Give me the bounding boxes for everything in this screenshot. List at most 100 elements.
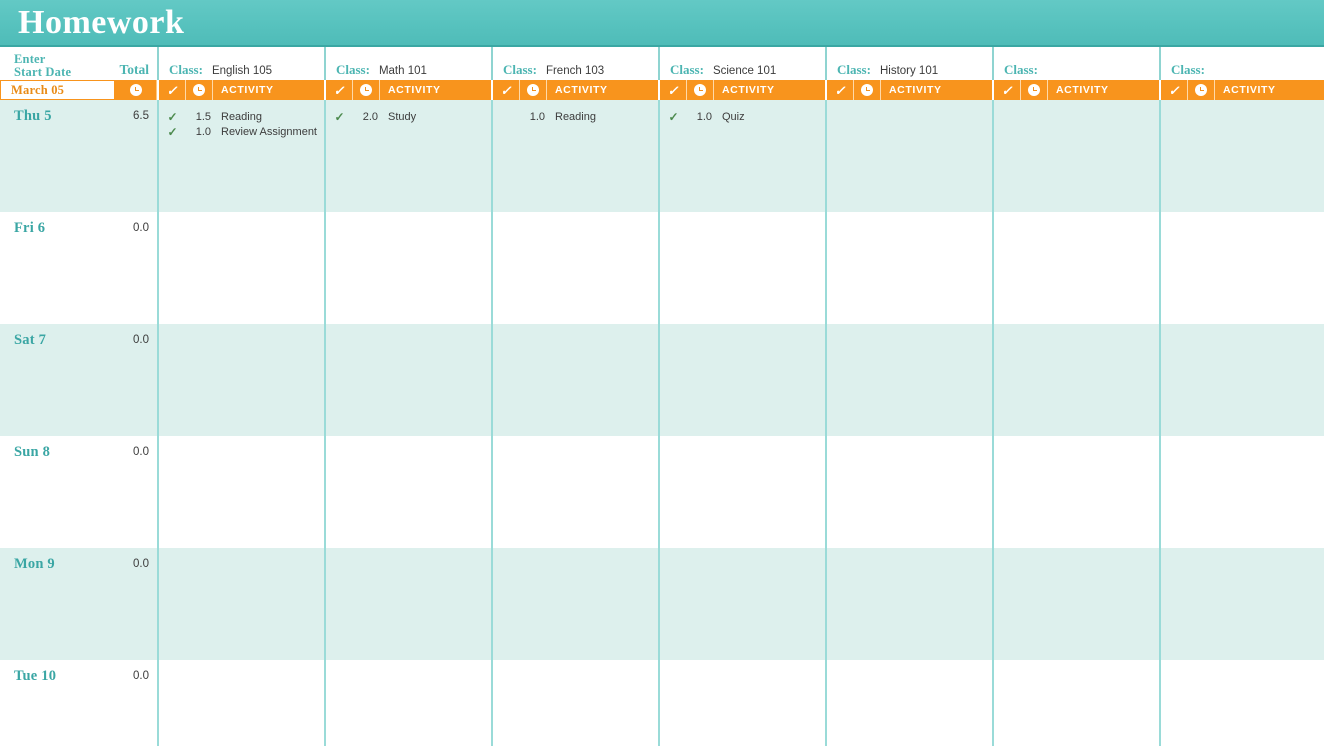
activity-cell[interactable]: ✓ 2.0 Study (324, 100, 491, 212)
activity-cell[interactable] (992, 212, 1159, 324)
activity-cell[interactable] (324, 660, 491, 746)
activity-cell[interactable] (1159, 212, 1324, 324)
activity-cell[interactable] (324, 324, 491, 436)
activity-header: ACTIVITY (722, 84, 775, 96)
activity-entry[interactable]: ✓ 2.0 Study (326, 109, 485, 124)
activity-hours: 1.5 (195, 110, 211, 123)
class-controls-4: ✓ ACTIVITY (825, 80, 992, 100)
activity-cell[interactable] (825, 548, 992, 660)
activity-header: ACTIVITY (1056, 84, 1109, 96)
activity-cell[interactable] (1159, 100, 1324, 212)
activity-name: Study (388, 110, 417, 123)
activity-cell[interactable] (825, 100, 992, 212)
day-total: 6.5 (133, 110, 149, 122)
check-icon[interactable]: ✓ (660, 80, 687, 100)
activity-check-icon[interactable]: ✓ (159, 126, 186, 138)
total-clock-icon (115, 80, 157, 100)
activity-entry[interactable]: ✓ 1.0 Review Assignment (159, 124, 318, 139)
activity-cell[interactable] (825, 212, 992, 324)
activity-name: Reading (221, 110, 262, 123)
activity-check-icon[interactable]: ✓ (326, 111, 353, 123)
check-icon[interactable]: ✓ (159, 80, 186, 100)
activity-cell[interactable] (157, 436, 324, 548)
clock-icon[interactable] (854, 80, 881, 100)
activity-entry[interactable]: 1.0 Reading (493, 109, 652, 124)
start-date-value: March 05 (11, 82, 65, 97)
class-header-0: Class: English 105 (157, 47, 324, 80)
orange-control-row: March 05 ✓ ACTIVITY ✓ ACTIVITY ✓ ACTIVITY ✓ ACT… (0, 80, 1324, 100)
check-icon[interactable]: ✓ (994, 80, 1021, 100)
class-label-row: Enter Start Date Total Class: English 105… (0, 47, 1324, 80)
activity-cell[interactable] (491, 212, 658, 324)
activity-cell[interactable] (157, 548, 324, 660)
class-header-6: Class: (1159, 47, 1324, 80)
activity-header: ACTIVITY (555, 84, 608, 96)
day-row: Fri 6 0.0 (0, 212, 1324, 324)
activity-cell[interactable] (992, 548, 1159, 660)
check-icon[interactable]: ✓ (326, 80, 353, 100)
activity-cell[interactable] (658, 548, 825, 660)
activity-cell[interactable] (825, 436, 992, 548)
clock-icon[interactable] (186, 80, 213, 100)
activity-cell[interactable] (992, 436, 1159, 548)
class-label: Class: (169, 62, 203, 77)
activity-check-icon[interactable]: ✓ (159, 111, 186, 123)
day-summary: Fri 6 0.0 (0, 212, 157, 324)
class-header-4: Class: History 101 (825, 47, 992, 80)
class-name-input[interactable]: French 103 (546, 65, 604, 78)
activity-check-icon[interactable]: ✓ (660, 111, 687, 123)
clock-icon[interactable] (353, 80, 380, 100)
activity-cell[interactable] (1159, 436, 1324, 548)
activity-cell[interactable] (1159, 324, 1324, 436)
day-summary: Tue 10 0.0 (0, 660, 157, 746)
class-name-input[interactable]: English 105 (212, 65, 272, 78)
day-label: Sat 7 (14, 332, 47, 348)
check-icon[interactable]: ✓ (493, 80, 520, 100)
activity-cell[interactable] (992, 660, 1159, 746)
activity-cell[interactable] (324, 212, 491, 324)
activity-cell[interactable] (157, 324, 324, 436)
day-total: 0.0 (133, 446, 149, 458)
activity-cell[interactable] (324, 548, 491, 660)
homework-grid: Enter Start Date Total Class: English 105… (0, 47, 1324, 746)
activity-cell[interactable] (992, 324, 1159, 436)
activity-cell[interactable] (658, 324, 825, 436)
activity-cell[interactable] (825, 660, 992, 746)
activity-cell[interactable] (491, 548, 658, 660)
activity-header: ACTIVITY (388, 84, 441, 96)
clock-icon[interactable] (687, 80, 714, 100)
class-name-input[interactable]: History 101 (880, 65, 938, 78)
activity-entry[interactable]: ✓ 1.5 Reading (159, 109, 318, 124)
clock-icon[interactable] (520, 80, 547, 100)
class-header-1: Class: Math 101 (324, 47, 491, 80)
activity-cell[interactable] (1159, 660, 1324, 746)
activity-cell[interactable] (658, 212, 825, 324)
activity-cell[interactable] (157, 660, 324, 746)
day-total: 0.0 (133, 558, 149, 570)
day-summary: Sat 7 0.0 (0, 324, 157, 436)
activity-header: ACTIVITY (221, 84, 274, 96)
class-name-input[interactable]: Math 101 (379, 65, 427, 78)
check-icon[interactable]: ✓ (1161, 80, 1188, 100)
activity-cell[interactable] (992, 100, 1159, 212)
class-name-input[interactable]: Science 101 (713, 65, 776, 78)
activity-cell[interactable] (1159, 548, 1324, 660)
activity-cell[interactable] (658, 436, 825, 548)
activity-entry[interactable]: ✓ 1.0 Quiz (660, 109, 819, 124)
check-icon[interactable]: ✓ (827, 80, 854, 100)
activity-cell[interactable] (491, 324, 658, 436)
clock-icon[interactable] (1021, 80, 1048, 100)
clock-icon[interactable] (1188, 80, 1215, 100)
start-date-input[interactable]: March 05 (0, 80, 115, 100)
activity-cell[interactable] (157, 212, 324, 324)
activity-cell[interactable]: 1.0 Reading (491, 100, 658, 212)
activity-cell[interactable] (324, 436, 491, 548)
activity-cell[interactable]: ✓ 1.5 Reading ✓ 1.0 Review Assignment (157, 100, 324, 212)
activity-cell[interactable]: ✓ 1.0 Quiz (658, 100, 825, 212)
enter-start-date-label: Enter Start Date (14, 52, 72, 79)
activity-cell[interactable] (491, 436, 658, 548)
activity-cell[interactable] (825, 324, 992, 436)
activity-cell[interactable] (491, 660, 658, 746)
class-header-2: Class: French 103 (491, 47, 658, 80)
activity-cell[interactable] (658, 660, 825, 746)
